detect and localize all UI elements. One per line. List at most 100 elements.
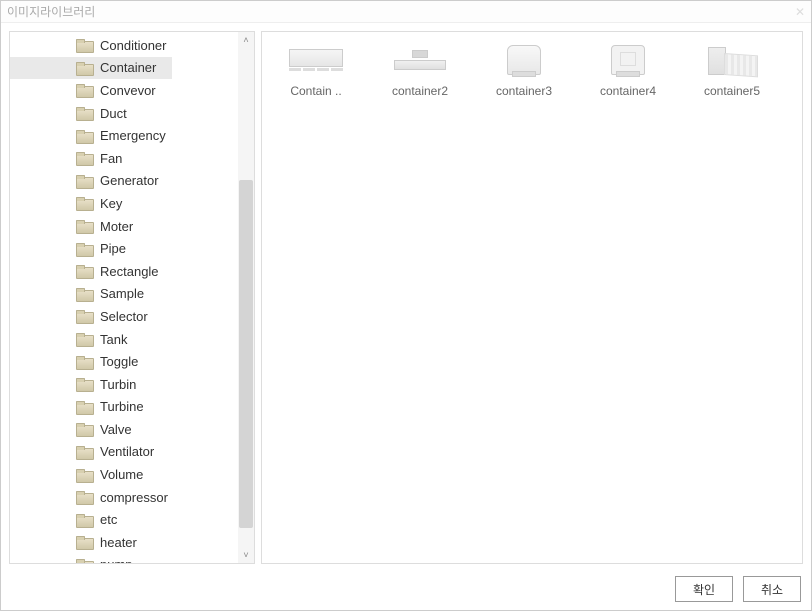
tree-item-label: Sample xyxy=(100,286,144,301)
thumbnail-item[interactable]: container5 xyxy=(684,42,780,98)
folder-icon xyxy=(76,288,92,300)
folder-icon xyxy=(76,423,92,435)
folder-icon xyxy=(76,62,92,74)
folder-icon xyxy=(76,536,92,548)
thumbnail-list: Contain .. container2 container3 xyxy=(268,42,796,98)
tree-item-turbine[interactable]: Turbine xyxy=(10,396,238,419)
container-icon xyxy=(704,42,760,78)
thumbnail-item[interactable]: container4 xyxy=(580,42,676,98)
tree-item-fan[interactable]: Fan xyxy=(10,147,238,170)
tree-item-convevor[interactable]: Convevor xyxy=(10,79,238,102)
tree-item-ventilator[interactable]: Ventilator xyxy=(10,441,238,464)
close-icon: ✕ xyxy=(795,5,805,19)
folder-icon xyxy=(76,356,92,368)
tree-item-label: Toggle xyxy=(100,354,138,369)
thumbnail-item[interactable]: container2 xyxy=(372,42,468,98)
tree-item-pump[interactable]: pump xyxy=(10,554,238,563)
tree-item-label: pump xyxy=(100,557,133,563)
tree-scrollbar[interactable]: ˄ ˅ xyxy=(238,32,254,563)
thumbnail-label: container2 xyxy=(392,84,448,98)
tree-item-volume[interactable]: Volume xyxy=(10,463,238,486)
tree-item-turbin[interactable]: Turbin xyxy=(10,373,238,396)
thumbnail-label: container5 xyxy=(704,84,760,98)
scroll-down-arrow-icon[interactable]: ˅ xyxy=(238,547,254,563)
container-icon xyxy=(288,42,344,78)
folder-icon xyxy=(76,401,92,413)
tree-item-duct[interactable]: Duct xyxy=(10,102,238,125)
thumbnail-label: container4 xyxy=(600,84,656,98)
tree-item-label: Duct xyxy=(100,106,127,121)
tree-item-label: Convevor xyxy=(100,83,156,98)
folder-icon xyxy=(76,84,92,96)
tree-item-etc[interactable]: etc xyxy=(10,508,238,531)
tree-item-key[interactable]: Key xyxy=(10,192,238,215)
tree-item-selector[interactable]: Selector xyxy=(10,305,238,328)
window-title: 이미지라이브러리 xyxy=(7,3,95,20)
folder-icon xyxy=(76,197,92,209)
folder-icon xyxy=(76,333,92,345)
tree-item-generator[interactable]: Generator xyxy=(10,170,238,193)
tree-item-moter[interactable]: Moter xyxy=(10,215,238,238)
folder-icon xyxy=(76,378,92,390)
tree-item-label: Pipe xyxy=(100,241,126,256)
tree-item-label: Volume xyxy=(100,467,143,482)
category-tree-panel: Conditioner Container Convevor Duct Emergenc… xyxy=(9,31,255,564)
tree-item-toggle[interactable]: Toggle xyxy=(10,350,238,373)
cancel-button[interactable]: 취소 xyxy=(743,576,801,602)
tree-item-tank[interactable]: Tank xyxy=(10,328,238,351)
body: Conditioner Container Convevor Duct Emergenc… xyxy=(1,23,811,574)
thumbnail-label: container3 xyxy=(496,84,552,98)
folder-icon xyxy=(76,175,92,187)
folder-icon xyxy=(76,152,92,164)
category-tree[interactable]: Conditioner Container Convevor Duct Emergenc… xyxy=(10,32,238,563)
folder-icon xyxy=(76,265,92,277)
tree-item-valve[interactable]: Valve xyxy=(10,418,238,441)
tree-item-sample[interactable]: Sample xyxy=(10,283,238,306)
folder-icon xyxy=(76,469,92,481)
container-icon xyxy=(496,42,552,78)
tree-item-label: etc xyxy=(100,512,117,527)
folder-icon xyxy=(76,559,92,563)
tree-item-emergency[interactable]: Emergency xyxy=(10,124,238,147)
folder-icon xyxy=(76,491,92,503)
ok-button[interactable]: 확인 xyxy=(675,576,733,602)
tree-item-label: Turbin xyxy=(100,377,136,392)
tree-item-label: Valve xyxy=(100,422,132,437)
folder-icon xyxy=(76,243,92,255)
folder-icon xyxy=(76,310,92,322)
tree-item-label: Fan xyxy=(100,151,122,166)
folder-icon xyxy=(76,446,92,458)
tree-item-label: Conditioner xyxy=(100,38,167,53)
thumbnail-item[interactable]: container3 xyxy=(476,42,572,98)
tree-item-label: Tank xyxy=(100,332,127,347)
tree-item-label: Rectangle xyxy=(100,264,159,279)
tree-item-rectangle[interactable]: Rectangle xyxy=(10,260,238,283)
folder-icon xyxy=(76,107,92,119)
tree-item-label: Ventilator xyxy=(100,444,154,459)
tree-item-label: Key xyxy=(100,196,122,211)
container-icon xyxy=(600,42,656,78)
tree-item-label: Emergency xyxy=(100,128,166,143)
footer: 확인 취소 xyxy=(1,574,811,610)
tree-item-compressor[interactable]: compressor xyxy=(10,486,238,509)
tree-item-label: Turbine xyxy=(100,399,144,414)
thumbnail-panel: Contain .. container2 container3 xyxy=(261,31,803,564)
folder-icon xyxy=(76,130,92,142)
tree-item-label: Moter xyxy=(100,219,133,234)
folder-icon xyxy=(76,514,92,526)
tree-item-label: compressor xyxy=(100,490,168,505)
scrollbar-thumb[interactable] xyxy=(239,180,253,528)
tree-item-label: Selector xyxy=(100,309,148,324)
folder-icon xyxy=(76,39,92,51)
tree-item-label: Generator xyxy=(100,173,159,188)
container-icon xyxy=(392,42,448,78)
tree-item-heater[interactable]: heater xyxy=(10,531,238,554)
scroll-up-arrow-icon[interactable]: ˄ xyxy=(238,32,254,48)
close-button[interactable]: ✕ xyxy=(789,2,811,22)
thumbnail-label: Contain .. xyxy=(290,84,341,98)
tree-item-conditioner[interactable]: Conditioner xyxy=(10,34,238,57)
image-library-window: 이미지라이브러리 ✕ Conditioner Container Convevor D… xyxy=(0,0,812,611)
thumbnail-item[interactable]: Contain .. xyxy=(268,42,364,98)
tree-item-container[interactable]: Container xyxy=(10,57,172,80)
tree-item-pipe[interactable]: Pipe xyxy=(10,237,238,260)
